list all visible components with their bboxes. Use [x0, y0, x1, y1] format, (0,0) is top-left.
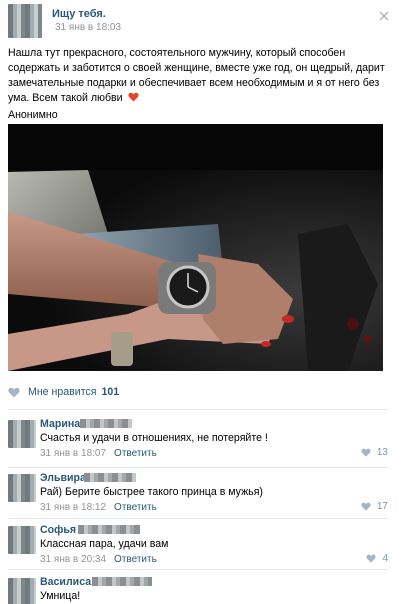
heart-icon: [8, 387, 20, 397]
comment-avatar[interactable]: [8, 420, 36, 448]
redacted-surname: [92, 577, 152, 586]
comment-likes-count: 4: [382, 553, 388, 564]
photo-image: [8, 124, 383, 371]
comment-item: Софья Классная пара, удачи вам 31 янв в …: [8, 518, 396, 574]
close-icon[interactable]: [378, 10, 390, 22]
comment-date[interactable]: 31 янв в 20:34: [40, 554, 106, 565]
reply-button[interactable]: Ответить: [114, 554, 157, 565]
comment-author[interactable]: Василиса: [40, 576, 91, 588]
comment-text: Умница!: [40, 590, 81, 602]
comment-item: Марина Счастья и удачи в отношениях, не …: [8, 412, 396, 468]
comment-avatar[interactable]: [8, 526, 36, 554]
likes-label: Мне нравится: [28, 386, 97, 398]
comment-item: Василиса Умница!: [8, 570, 396, 604]
post-photo[interactable]: [8, 124, 383, 371]
heart-icon: [366, 554, 376, 563]
post-date[interactable]: 31 янв в 18:03: [55, 22, 121, 33]
post-text: Нашла тут прекрасного, состоятельного му…: [8, 46, 388, 106]
comment-item: Эльвира Рай) Берите быстрее такого принц…: [8, 466, 396, 522]
redacted-surname: [78, 525, 140, 534]
post-signature: Анонимно: [8, 109, 58, 121]
reply-button[interactable]: Ответить: [114, 448, 157, 459]
likes-count: 101: [101, 386, 120, 398]
like-button[interactable]: Мне нравится 101: [8, 384, 119, 400]
comment-author[interactable]: Марина: [40, 418, 80, 430]
comment-text: Классная пара, удачи вам: [40, 538, 169, 550]
heart-icon: [361, 502, 371, 511]
reply-button[interactable]: Ответить: [114, 502, 157, 513]
comment-avatar[interactable]: [8, 474, 36, 502]
comment-likes-count: 17: [376, 501, 388, 512]
comment-author[interactable]: Софья: [40, 524, 76, 536]
comment-meta: 31 янв в 18:07 Ответить: [40, 448, 157, 459]
comment-likes-count: 13: [376, 447, 388, 458]
divider: [8, 409, 388, 410]
redacted-surname: [84, 473, 136, 482]
comment-author[interactable]: Эльвира: [40, 472, 86, 484]
comment-like-button[interactable]: 17: [361, 501, 388, 512]
comment-meta: 31 янв в 20:34 Ответить: [40, 554, 157, 565]
comment-meta: 31 янв в 18:12 Ответить: [40, 502, 157, 513]
comment-text: Счастья и удачи в отношениях, не потеряй…: [40, 432, 268, 444]
comment-like-button[interactable]: 4: [366, 553, 388, 564]
comment-text: Рай) Берите быстрее такого принца в мужь…: [40, 486, 263, 498]
post-body: Нашла тут прекрасного, состоятельного му…: [8, 47, 385, 104]
heart-icon: [361, 448, 371, 457]
heart-emoji-icon: [127, 92, 139, 102]
redacted-surname: [80, 419, 132, 428]
post-header: Ищу тебя. 31 янв в 18:03: [8, 4, 396, 38]
comment-like-button[interactable]: 13: [361, 447, 388, 458]
comment-date[interactable]: 31 янв в 18:07: [40, 448, 106, 459]
community-avatar[interactable]: [8, 4, 42, 38]
comment-avatar[interactable]: [8, 578, 36, 604]
post-author[interactable]: Ищу тебя.: [52, 8, 106, 20]
comment-date[interactable]: 31 янв в 18:12: [40, 502, 106, 513]
